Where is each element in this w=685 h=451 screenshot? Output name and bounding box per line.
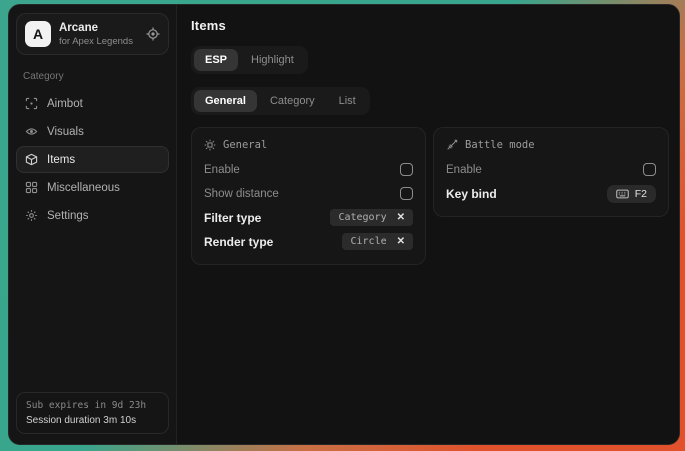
setting-label: Key bind [446,187,497,201]
page-title: Items [191,18,669,33]
render-type-value: Circle [350,236,386,247]
target-icon[interactable] [146,27,160,41]
setting-row: Show distance [204,182,413,205]
setting-row: Key bind F2 [446,182,656,205]
app-meta: Arcane for Apex Legends [59,22,133,47]
setting-label: Filter type [204,211,261,225]
mode-tabbar: ESP Highlight [191,46,308,74]
tab-general[interactable]: General [194,90,257,112]
app-logo: A [25,21,51,47]
app-window: A Arcane for Apex Legends Category [8,4,680,445]
app-header-card: A Arcane for Apex Legends [16,13,169,55]
show-distance-checkbox[interactable] [400,187,413,200]
setting-label: Enable [204,164,240,176]
tab-category[interactable]: Category [259,90,326,112]
sidebar-item-label: Aimbot [47,98,83,110]
view-tabbar: General Category List [191,87,370,115]
filter-type-value: Category [338,212,386,223]
setting-label: Render type [204,235,273,249]
category-section-label: Category [23,71,162,82]
sidebar-item-miscellaneous[interactable]: Miscellaneous [16,174,169,201]
sidebar-item-visuals[interactable]: Visuals [16,118,169,145]
battle-mode-panel: Battle mode Enable Key bind [433,127,669,217]
sidebar-item-label: Settings [47,210,89,222]
setting-label: Enable [446,164,482,176]
keybind-value: F2 [635,188,647,200]
tab-esp[interactable]: ESP [194,49,238,71]
battle-mode-panel-title: Battle mode [465,139,535,151]
box-icon [25,153,38,166]
general-panel: General Enable Show distance Filter type… [191,127,426,265]
main-area: Items ESP Highlight General Category Lis… [177,5,679,444]
gear-icon [25,209,38,222]
setting-row: Filter type Category ✕ [204,206,413,229]
panels-row: General Enable Show distance Filter type… [191,127,669,265]
subscription-info-card: Sub expires in 9d 23h Session duration 3… [16,392,169,434]
close-icon[interactable]: ✕ [397,212,405,223]
sidebar: A Arcane for Apex Legends Category [9,5,177,444]
sword-icon [446,139,458,151]
sidebar-item-items[interactable]: Items [16,146,169,173]
sub-expires-text: Sub expires in 9d 23h [26,400,159,411]
keybind-button[interactable]: F2 [607,185,656,203]
render-type-select[interactable]: Circle ✕ [342,233,413,250]
grid-icon [25,181,38,194]
battle-mode-panel-header: Battle mode [446,139,656,151]
sun-icon [204,139,216,151]
enable-checkbox[interactable] [400,163,413,176]
app-name: Arcane [59,22,133,34]
app-subtitle: for Apex Legends [59,36,133,47]
close-icon[interactable]: ✕ [397,236,405,247]
filter-type-select[interactable]: Category ✕ [330,209,413,226]
general-panel-header: General [204,139,413,151]
crosshair-icon [25,97,38,110]
setting-row: Render type Circle ✕ [204,230,413,253]
general-panel-title: General [223,139,267,151]
battle-enable-checkbox[interactable] [643,163,656,176]
setting-row: Enable [204,158,413,181]
setting-row: Enable [446,158,656,181]
setting-label: Show distance [204,188,279,200]
sidebar-item-label: Visuals [47,126,84,138]
sidebar-item-label: Miscellaneous [47,182,120,194]
keyboard-icon [616,189,629,199]
tab-highlight[interactable]: Highlight [240,49,305,71]
tab-list[interactable]: List [328,90,367,112]
session-duration-text: Session duration 3m 10s [26,415,159,426]
sidebar-item-aimbot[interactable]: Aimbot [16,90,169,117]
sidebar-item-label: Items [47,154,75,166]
sidebar-item-settings[interactable]: Settings [16,202,169,229]
eye-icon [25,125,38,138]
